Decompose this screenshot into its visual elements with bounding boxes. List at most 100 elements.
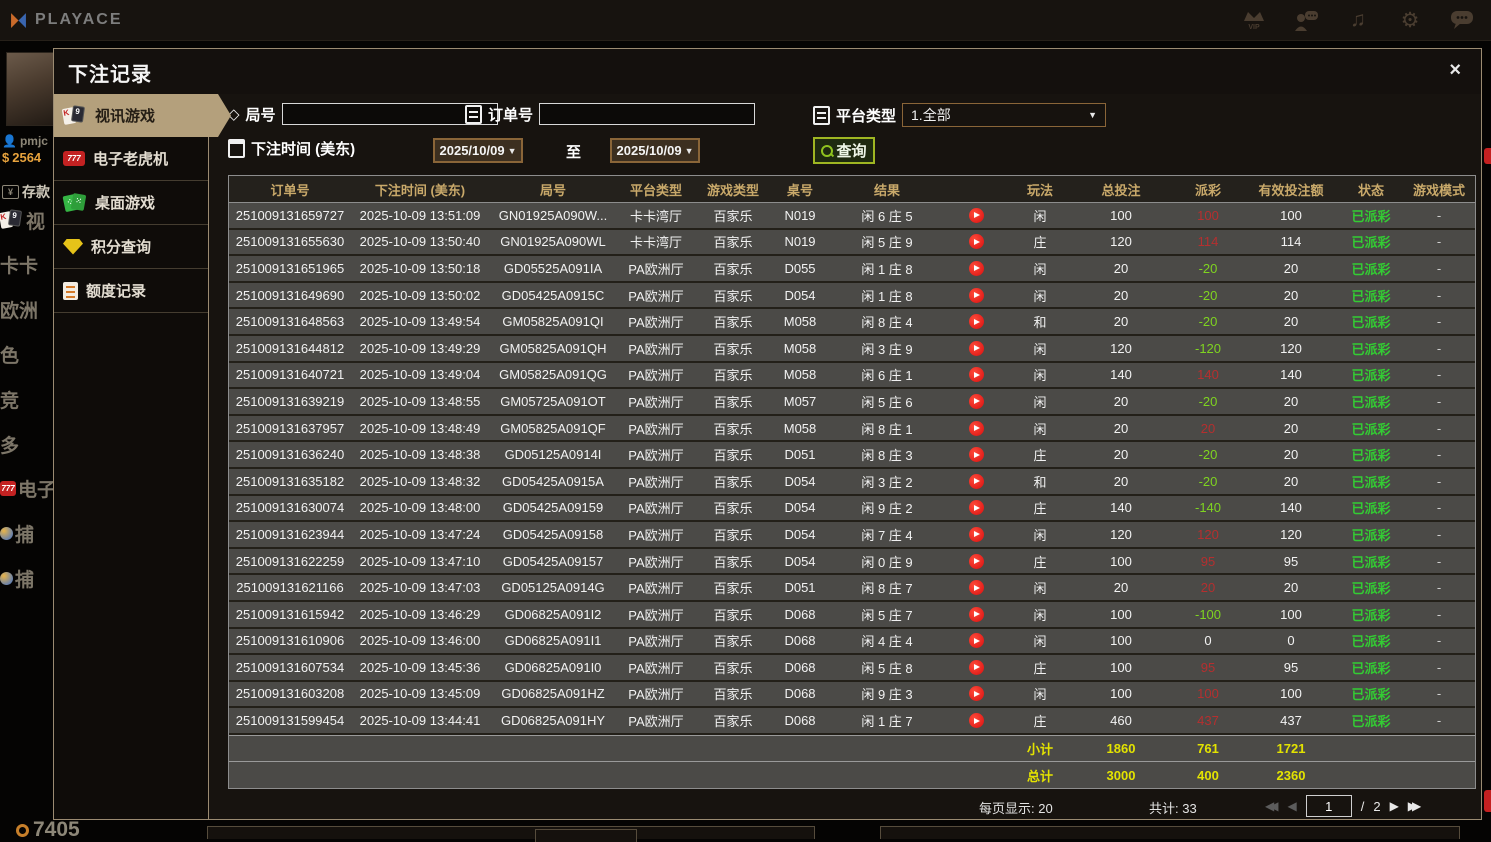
replay-play-icon[interactable] xyxy=(968,287,984,303)
replay-play-icon[interactable] xyxy=(968,526,984,542)
chat-icon[interactable] xyxy=(1449,7,1475,33)
replay-play-icon[interactable] xyxy=(968,340,984,356)
table-cell: 2025-10-09 13:47:24 xyxy=(359,526,481,542)
sidebar-item-table-games[interactable]: ⁘ ⁙ 桌面游戏 xyxy=(54,181,208,225)
table-cell xyxy=(945,287,1007,303)
date-from-picker[interactable]: 2025/10/09 ▼ xyxy=(433,138,523,163)
table-cell: 120 xyxy=(1110,526,1132,542)
table-row: 251009131622259 2025-10-09 13:47:10 GD0542… xyxy=(229,548,1475,576)
lobby-menu-item[interactable]: 色 xyxy=(0,340,54,368)
fish-icon xyxy=(0,527,13,541)
table-cell: 20 xyxy=(1200,420,1216,436)
table-cell: 251009131603208 xyxy=(235,686,345,702)
table-cell: 2025-10-09 13:50:02 xyxy=(359,287,481,303)
last-page-icon[interactable]: ▶▶ xyxy=(1408,799,1422,813)
lobby-menu-item[interactable]: 捕 xyxy=(0,520,54,548)
replay-play-icon[interactable] xyxy=(968,553,984,569)
replay-play-icon[interactable] xyxy=(968,686,984,702)
query-button[interactable]: 查询 xyxy=(813,137,875,164)
sidebar-item-video-games[interactable]: K9 视讯游戏 xyxy=(54,94,231,137)
replay-play-icon[interactable] xyxy=(968,367,984,383)
table-cell: 闲 xyxy=(1033,634,1047,650)
table-cell: 已派彩 xyxy=(1351,474,1391,490)
table-cell: PA欧洲厅 xyxy=(628,261,684,277)
column-header: 状态 xyxy=(1357,182,1384,198)
table-cell: 114 xyxy=(1280,234,1302,250)
next-page-icon[interactable]: ▶ xyxy=(1390,799,1399,813)
table-cell: 百家乐 xyxy=(713,261,753,277)
table-cell: GM05825A091QG xyxy=(499,367,607,383)
lobby-menu-item[interactable]: 777 电子 xyxy=(0,475,54,503)
first-page-icon[interactable]: ◀◀ xyxy=(1265,799,1279,813)
deposit-button[interactable]: ¥ 存款 xyxy=(2,182,50,202)
table-cell: 闲 xyxy=(1033,341,1047,357)
table-cell: 百家乐 xyxy=(713,607,753,623)
table-cell: PA欧洲厅 xyxy=(628,687,684,703)
date-to-picker[interactable]: 2025/10/09 ▼ xyxy=(610,138,700,163)
vip-icon[interactable]: VIP xyxy=(1241,7,1267,33)
table-cell: 251009131622259 xyxy=(235,553,345,569)
replay-play-icon[interactable] xyxy=(968,606,984,622)
side-notification-tab[interactable] xyxy=(1484,790,1491,812)
table-row: 251009131636240 2025-10-09 13:48:38 GD0512… xyxy=(229,442,1475,469)
settings-icon[interactable]: ⚙ xyxy=(1397,7,1423,33)
bottom-strip-box xyxy=(880,826,1460,839)
table-cell: 百家乐 xyxy=(713,714,753,730)
sidebar-item-slots[interactable]: 777 电子老虎机 xyxy=(54,137,208,181)
replay-play-icon[interactable] xyxy=(968,207,984,223)
lobby-menu-item[interactable]: 欧洲 xyxy=(0,296,54,324)
table-cell xyxy=(945,500,1007,516)
music-icon[interactable]: ♫ xyxy=(1345,7,1371,33)
sidebar-item-quota-records[interactable]: 额度记录 xyxy=(54,269,208,313)
table-cell: 95 xyxy=(1200,659,1216,675)
column-header: 游戏模式 xyxy=(1412,182,1465,198)
table-row: 251009131603208 2025-10-09 13:45:09 GD0682… xyxy=(229,681,1475,709)
column-header: 平台类型 xyxy=(629,182,682,198)
replay-play-icon[interactable] xyxy=(968,260,984,276)
replay-play-icon[interactable] xyxy=(968,447,984,463)
table-cell: 百家乐 xyxy=(713,235,753,251)
table-cell: GD05425A0915A xyxy=(502,473,604,489)
lobby-menu-item[interactable]: 捕 xyxy=(0,564,54,592)
table-row: 251009131615942 2025-10-09 13:46:29 GD0682… xyxy=(229,601,1475,629)
table-cell: 闲 xyxy=(1033,368,1047,384)
replay-play-icon[interactable] xyxy=(968,633,984,649)
replay-play-icon[interactable] xyxy=(968,713,984,729)
table-cell: PA欧洲厅 xyxy=(628,660,684,676)
sidebar-item-points[interactable]: 积分查询 xyxy=(54,225,208,269)
table-cell: 闲 1 庄 7 xyxy=(861,714,913,730)
lobby-menu-item[interactable]: 竞 xyxy=(0,385,54,413)
lobby-menu-item[interactable]: 多 xyxy=(0,430,54,458)
replay-play-icon[interactable] xyxy=(968,234,984,250)
replay-play-icon[interactable] xyxy=(968,314,984,330)
replay-play-icon[interactable] xyxy=(968,500,984,516)
table-cell: 2025-10-09 13:46:00 xyxy=(359,633,481,649)
close-icon[interactable]: × xyxy=(1449,59,1461,82)
support-icon[interactable] xyxy=(1293,7,1319,33)
bet-records-table: 订单号 下注时间 (美东) 局号 平台类型 游戏类型 桌号 结果 玩法 总投注 派彩 有效投注额 状态… xyxy=(228,175,1476,789)
replay-play-icon[interactable] xyxy=(968,393,984,409)
prev-page-icon[interactable]: ◀ xyxy=(1287,799,1296,813)
side-notification-tab[interactable] xyxy=(1484,148,1491,164)
platform-select[interactable]: 1.全部 ▼ xyxy=(902,103,1107,127)
table-cell: 100 xyxy=(1110,606,1132,622)
order-input[interactable] xyxy=(539,103,756,125)
replay-play-icon[interactable] xyxy=(968,473,984,489)
table-cell: 120 xyxy=(1280,340,1302,356)
table-cell: -20 xyxy=(1198,447,1218,463)
table-cell: -20 xyxy=(1198,473,1218,489)
table-cell: GD05425A09159 xyxy=(502,500,604,516)
page-input[interactable] xyxy=(1305,795,1352,817)
replay-play-icon[interactable] xyxy=(968,659,984,675)
replay-play-icon[interactable] xyxy=(968,580,984,596)
lobby-menu-item[interactable]: K9视 xyxy=(0,206,54,234)
table-cell: 已派彩 xyxy=(1351,235,1391,251)
calendar-icon xyxy=(228,139,245,158)
table-cell: 百家乐 xyxy=(713,341,753,357)
lobby-menu-item[interactable]: 卡卡 xyxy=(0,251,54,279)
replay-play-icon[interactable] xyxy=(968,420,984,436)
table-cell: - xyxy=(1436,340,1442,356)
table-cell: GD05425A09157 xyxy=(502,553,604,569)
table-cell: 0 xyxy=(1287,633,1295,649)
table-cell: 437 xyxy=(1197,713,1219,729)
